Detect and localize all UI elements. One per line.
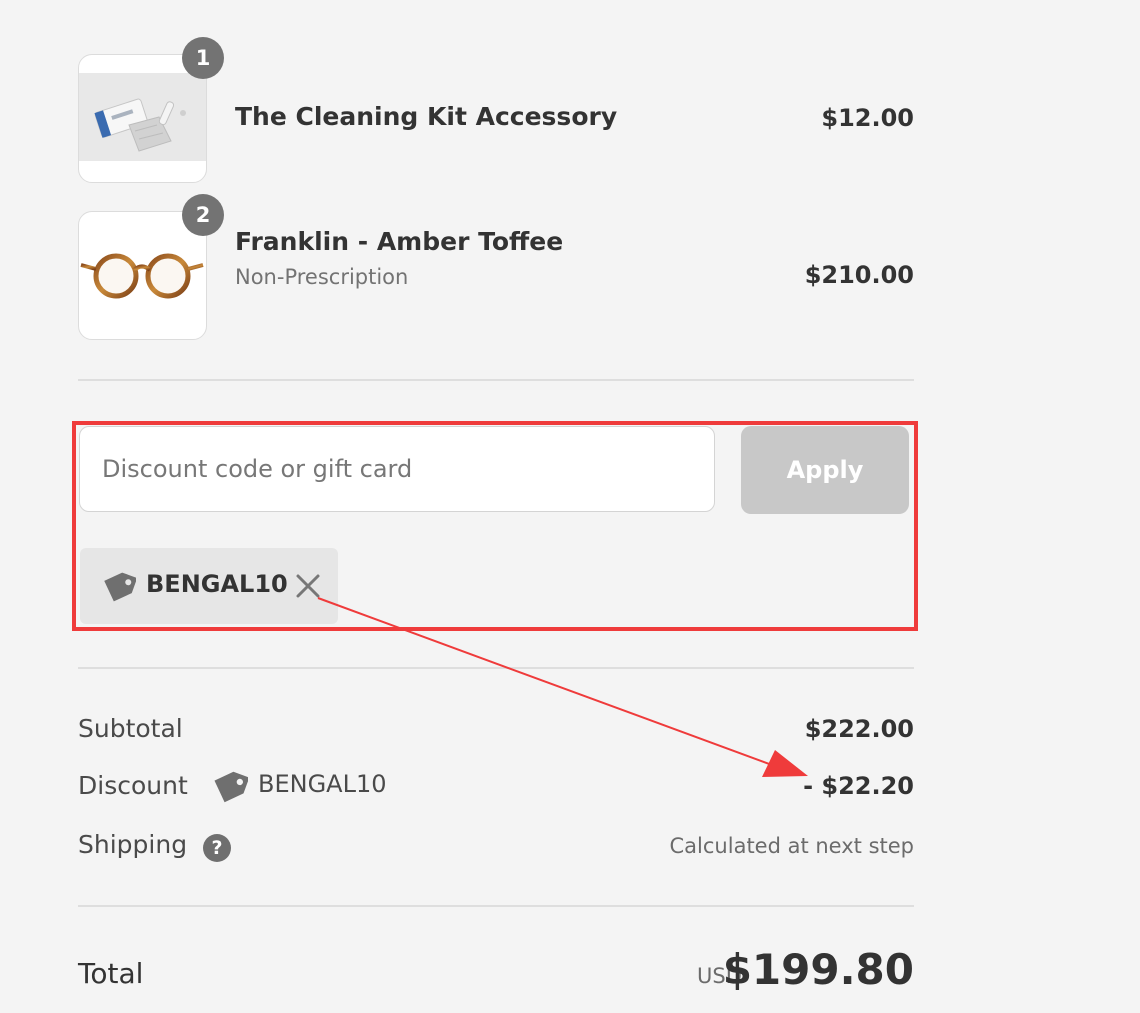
glasses-image xyxy=(80,253,204,299)
discount-code: BENGAL10 xyxy=(258,770,387,798)
total-label: Total xyxy=(78,957,144,990)
quantity-badge: 1 xyxy=(182,37,224,79)
divider xyxy=(78,905,914,907)
help-icon[interactable]: ? xyxy=(203,834,231,862)
tag-icon xyxy=(214,771,248,803)
subtotal-value: $222.00 xyxy=(804,715,914,743)
product-name: Franklin - Amber Toffee xyxy=(235,227,564,256)
product-price: $12.00 xyxy=(821,104,914,132)
product-name: The Cleaning Kit Accessory xyxy=(235,102,618,131)
cleaning-kit-image xyxy=(79,73,206,161)
product-image xyxy=(78,211,207,340)
product-variant: Non-Prescription xyxy=(235,265,409,289)
line-item: 1 The Cleaning Kit Accessory $12.00 xyxy=(78,37,914,184)
annotation-highlight-box xyxy=(72,421,918,631)
subtotal-label: Subtotal xyxy=(78,714,183,743)
product-price: $210.00 xyxy=(804,261,914,289)
quantity-badge: 2 xyxy=(182,194,224,236)
shipping-label: Shipping xyxy=(78,830,188,859)
divider xyxy=(78,667,914,669)
discount-value: - $22.20 xyxy=(803,772,914,800)
shipping-value: Calculated at next step xyxy=(669,834,914,858)
discount-label: Discount xyxy=(78,771,188,800)
total-value: $199.80 xyxy=(722,945,914,994)
product-image xyxy=(78,54,207,183)
line-item: 2 Franklin - Amber Toffee Non-Prescripti… xyxy=(78,194,914,341)
divider xyxy=(78,379,914,381)
